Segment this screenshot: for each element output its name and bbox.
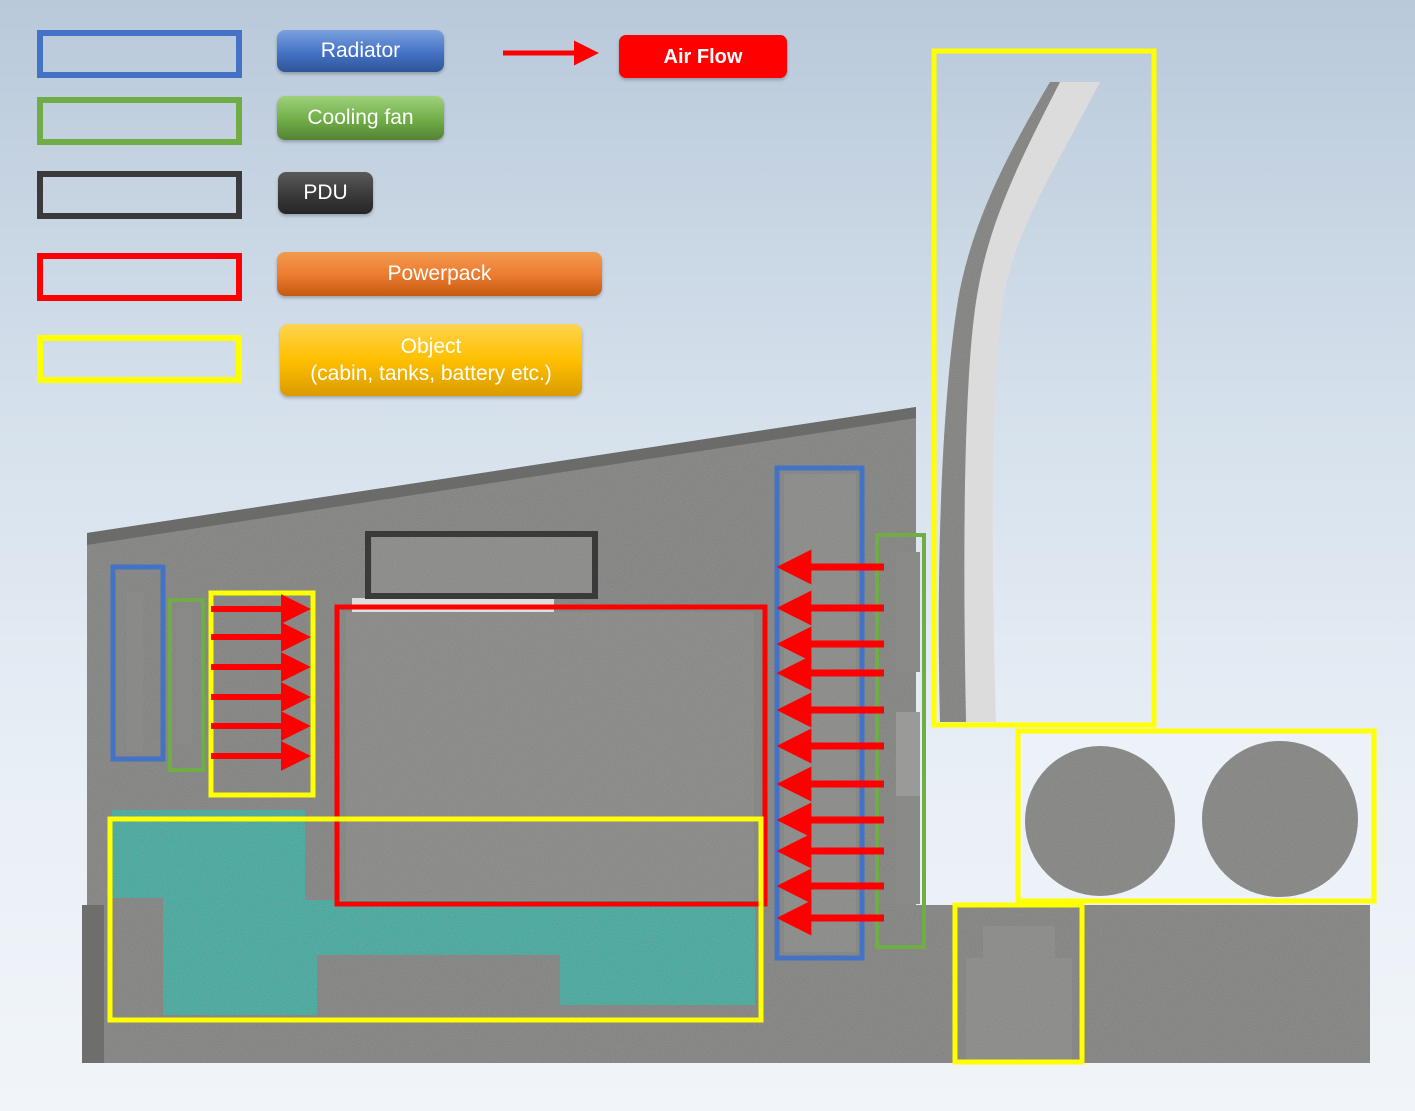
left-radiator-core (127, 592, 143, 752)
right-fan-core-mid (896, 712, 920, 796)
legend-label-object-line1: Object (400, 334, 462, 358)
legend-label-powerpack-text: Powerpack (387, 262, 492, 286)
legend-label-air-flow: Air Flow (619, 35, 787, 78)
right-fan-core-upper (896, 552, 920, 672)
legend-swatch-object (37, 335, 242, 383)
powerpack-block (346, 612, 754, 900)
legend-swatch-cooling-fan (37, 97, 242, 145)
small-object-top (983, 926, 1055, 960)
legend-label-pdu-text: PDU (303, 181, 348, 205)
legend-label-object-line2: (cabin, tanks, battery etc.) (310, 362, 552, 385)
legend-label-radiator-text: Radiator (320, 39, 401, 63)
right-fan-core-lower (896, 796, 920, 904)
legend-label-object: Object (cabin, tanks, battery etc.) (280, 324, 582, 396)
legend-swatch-powerpack (37, 253, 242, 301)
legend-swatch-radiator (37, 30, 242, 78)
vehicle-cross-section (82, 40, 1377, 1065)
legend-swatch-pdu (37, 171, 242, 219)
legend-label-cooling-fan: Cooling fan (277, 96, 444, 140)
left-fan-core (176, 608, 192, 744)
legend-label-radiator: Radiator (277, 30, 444, 72)
exhaust-duct (938, 82, 1100, 722)
cooling-layout-diagram: Radiator Cooling fan PDU Powerpack Objec… (0, 0, 1415, 1111)
legend-label-air-flow-text: Air Flow (663, 45, 743, 68)
legend-label-powerpack: Powerpack (277, 252, 602, 296)
tank-left (1025, 746, 1175, 896)
tank-right (1202, 741, 1358, 897)
pdu-block (372, 537, 592, 593)
small-object-base (966, 958, 1072, 1060)
legend-label-cooling-fan-text: Cooling fan (307, 106, 414, 130)
legend-label-pdu: PDU (278, 172, 373, 214)
